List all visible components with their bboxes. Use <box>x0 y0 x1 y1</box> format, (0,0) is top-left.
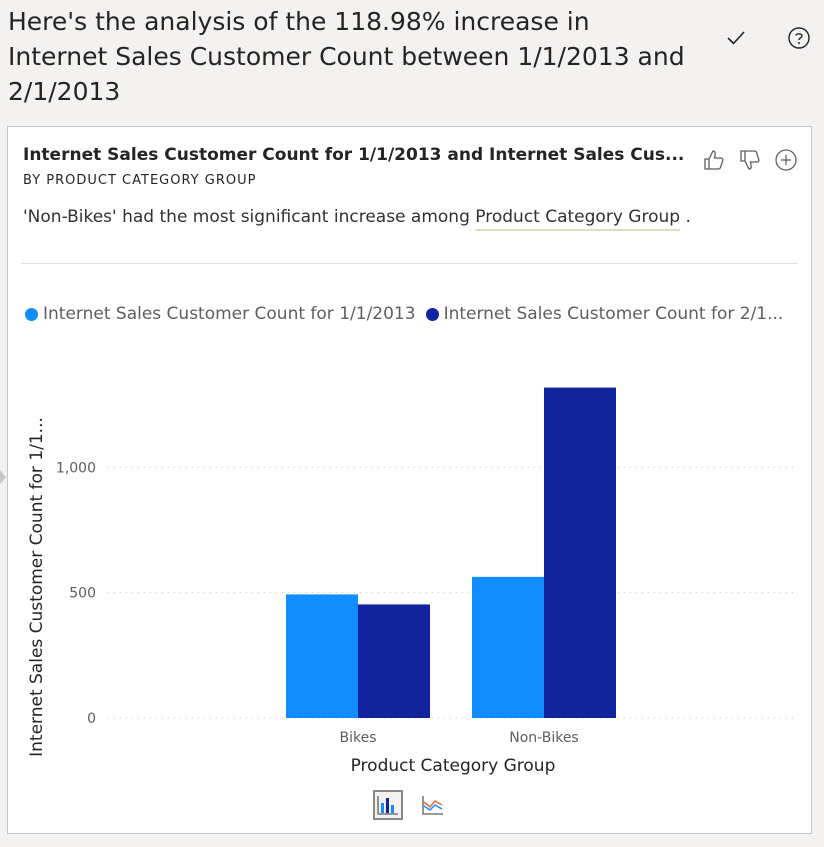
y-axis-label: Internet Sales Customer Count for 1/1... <box>27 417 47 757</box>
check-icon[interactable] <box>722 24 750 52</box>
line-chart-icon <box>422 796 443 815</box>
bar-bikes-series-2[interactable] <box>358 604 430 718</box>
x-axis-label: Product Category Group <box>351 756 556 776</box>
help-icon[interactable] <box>785 24 813 52</box>
bar-non-bikes-series-1[interactable] <box>472 576 544 718</box>
bar-bikes-series-1[interactable] <box>286 594 358 718</box>
y-tick-label: 500 <box>69 586 96 602</box>
y-tick-label: 0 <box>87 711 96 727</box>
page-title: Here's the analysis of the 118.98% incre… <box>8 7 685 106</box>
insight-card: Internet Sales Customer Count for 1/1/20… <box>7 126 812 834</box>
bar-non-bikes-series-2[interactable] <box>544 387 616 718</box>
line-chart-toggle[interactable] <box>418 790 448 820</box>
expand-arrow-icon <box>0 470 6 484</box>
y-tick-label: 1,000 <box>56 460 96 476</box>
bar-chart-icon <box>377 796 398 815</box>
x-tick-label: Non-Bikes <box>509 730 578 746</box>
bar-chart: 0 500 1,000 Bikes Non-Bikes Internet Sales C… <box>27 387 798 776</box>
bar-chart-toggle[interactable] <box>373 790 403 820</box>
x-tick-label: Bikes <box>339 730 376 746</box>
